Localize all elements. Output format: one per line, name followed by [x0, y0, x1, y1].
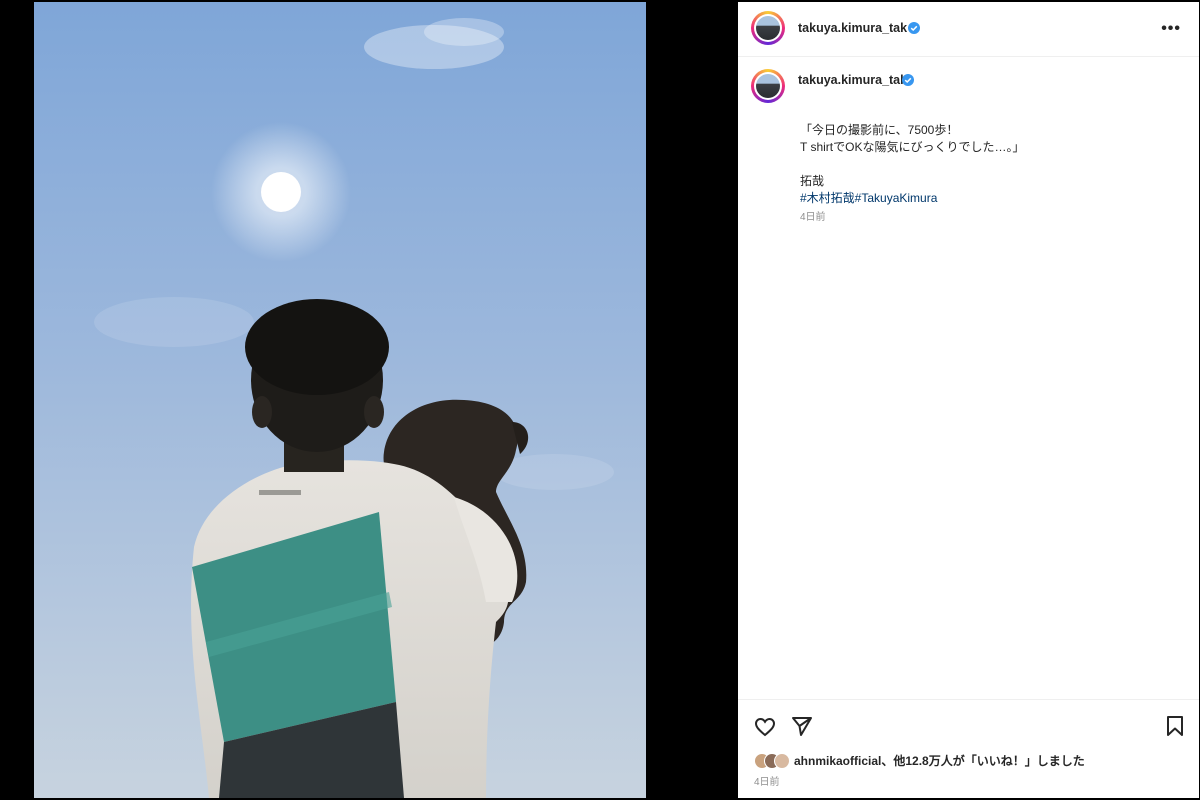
post-timestamp: 4日前 — [754, 777, 780, 788]
liker-avatar — [774, 752, 790, 769]
caption-text: 「今日の撮影前に、7500歩！ T shirtでOKな陽気にびっくりでした…。」… — [800, 122, 1180, 226]
verified-badge-icon — [908, 22, 920, 34]
action-bar — [738, 699, 1199, 799]
post-side-panel: takuya.kimura_tak ••• takuya.kimura_tak … — [738, 2, 1199, 798]
likes-summary[interactable]: ahnmikaofficial、他12.8万人が「いいね！」しました — [754, 752, 1085, 769]
more-options-icon[interactable]: ••• — [1161, 20, 1181, 38]
caption-avatar[interactable] — [751, 69, 785, 103]
caption-username[interactable]: takuya.kimura_tak — [798, 73, 907, 87]
verified-badge-icon — [902, 74, 914, 86]
heart-icon[interactable] — [753, 715, 777, 739]
caption-signature: 拓哉 — [800, 174, 825, 188]
caption-timestamp: 4日前 — [800, 212, 826, 223]
avatar[interactable] — [751, 11, 785, 45]
post-header: takuya.kimura_tak ••• — [738, 2, 1199, 57]
likes-user[interactable]: ahnmikaofficial — [794, 754, 881, 768]
header-username[interactable]: takuya.kimura_tak — [798, 21, 907, 35]
post-photo[interactable] — [34, 2, 646, 798]
bookmark-icon[interactable] — [1164, 714, 1186, 738]
caption-line: 「今日の撮影前に、7500歩！ — [800, 123, 959, 137]
share-icon[interactable] — [790, 714, 814, 738]
likes-count-text: 、他12.8万人が「いいね！」しました — [881, 754, 1085, 768]
caption-line: T shirtでOKな陽気にびっくりでした…。」 — [800, 140, 1025, 154]
caption-hashtags[interactable]: #木村拓哉#TakuyaKimura — [800, 190, 1180, 207]
app-window: takuya.kimura_tak ••• takuya.kimura_tak … — [0, 0, 1200, 800]
